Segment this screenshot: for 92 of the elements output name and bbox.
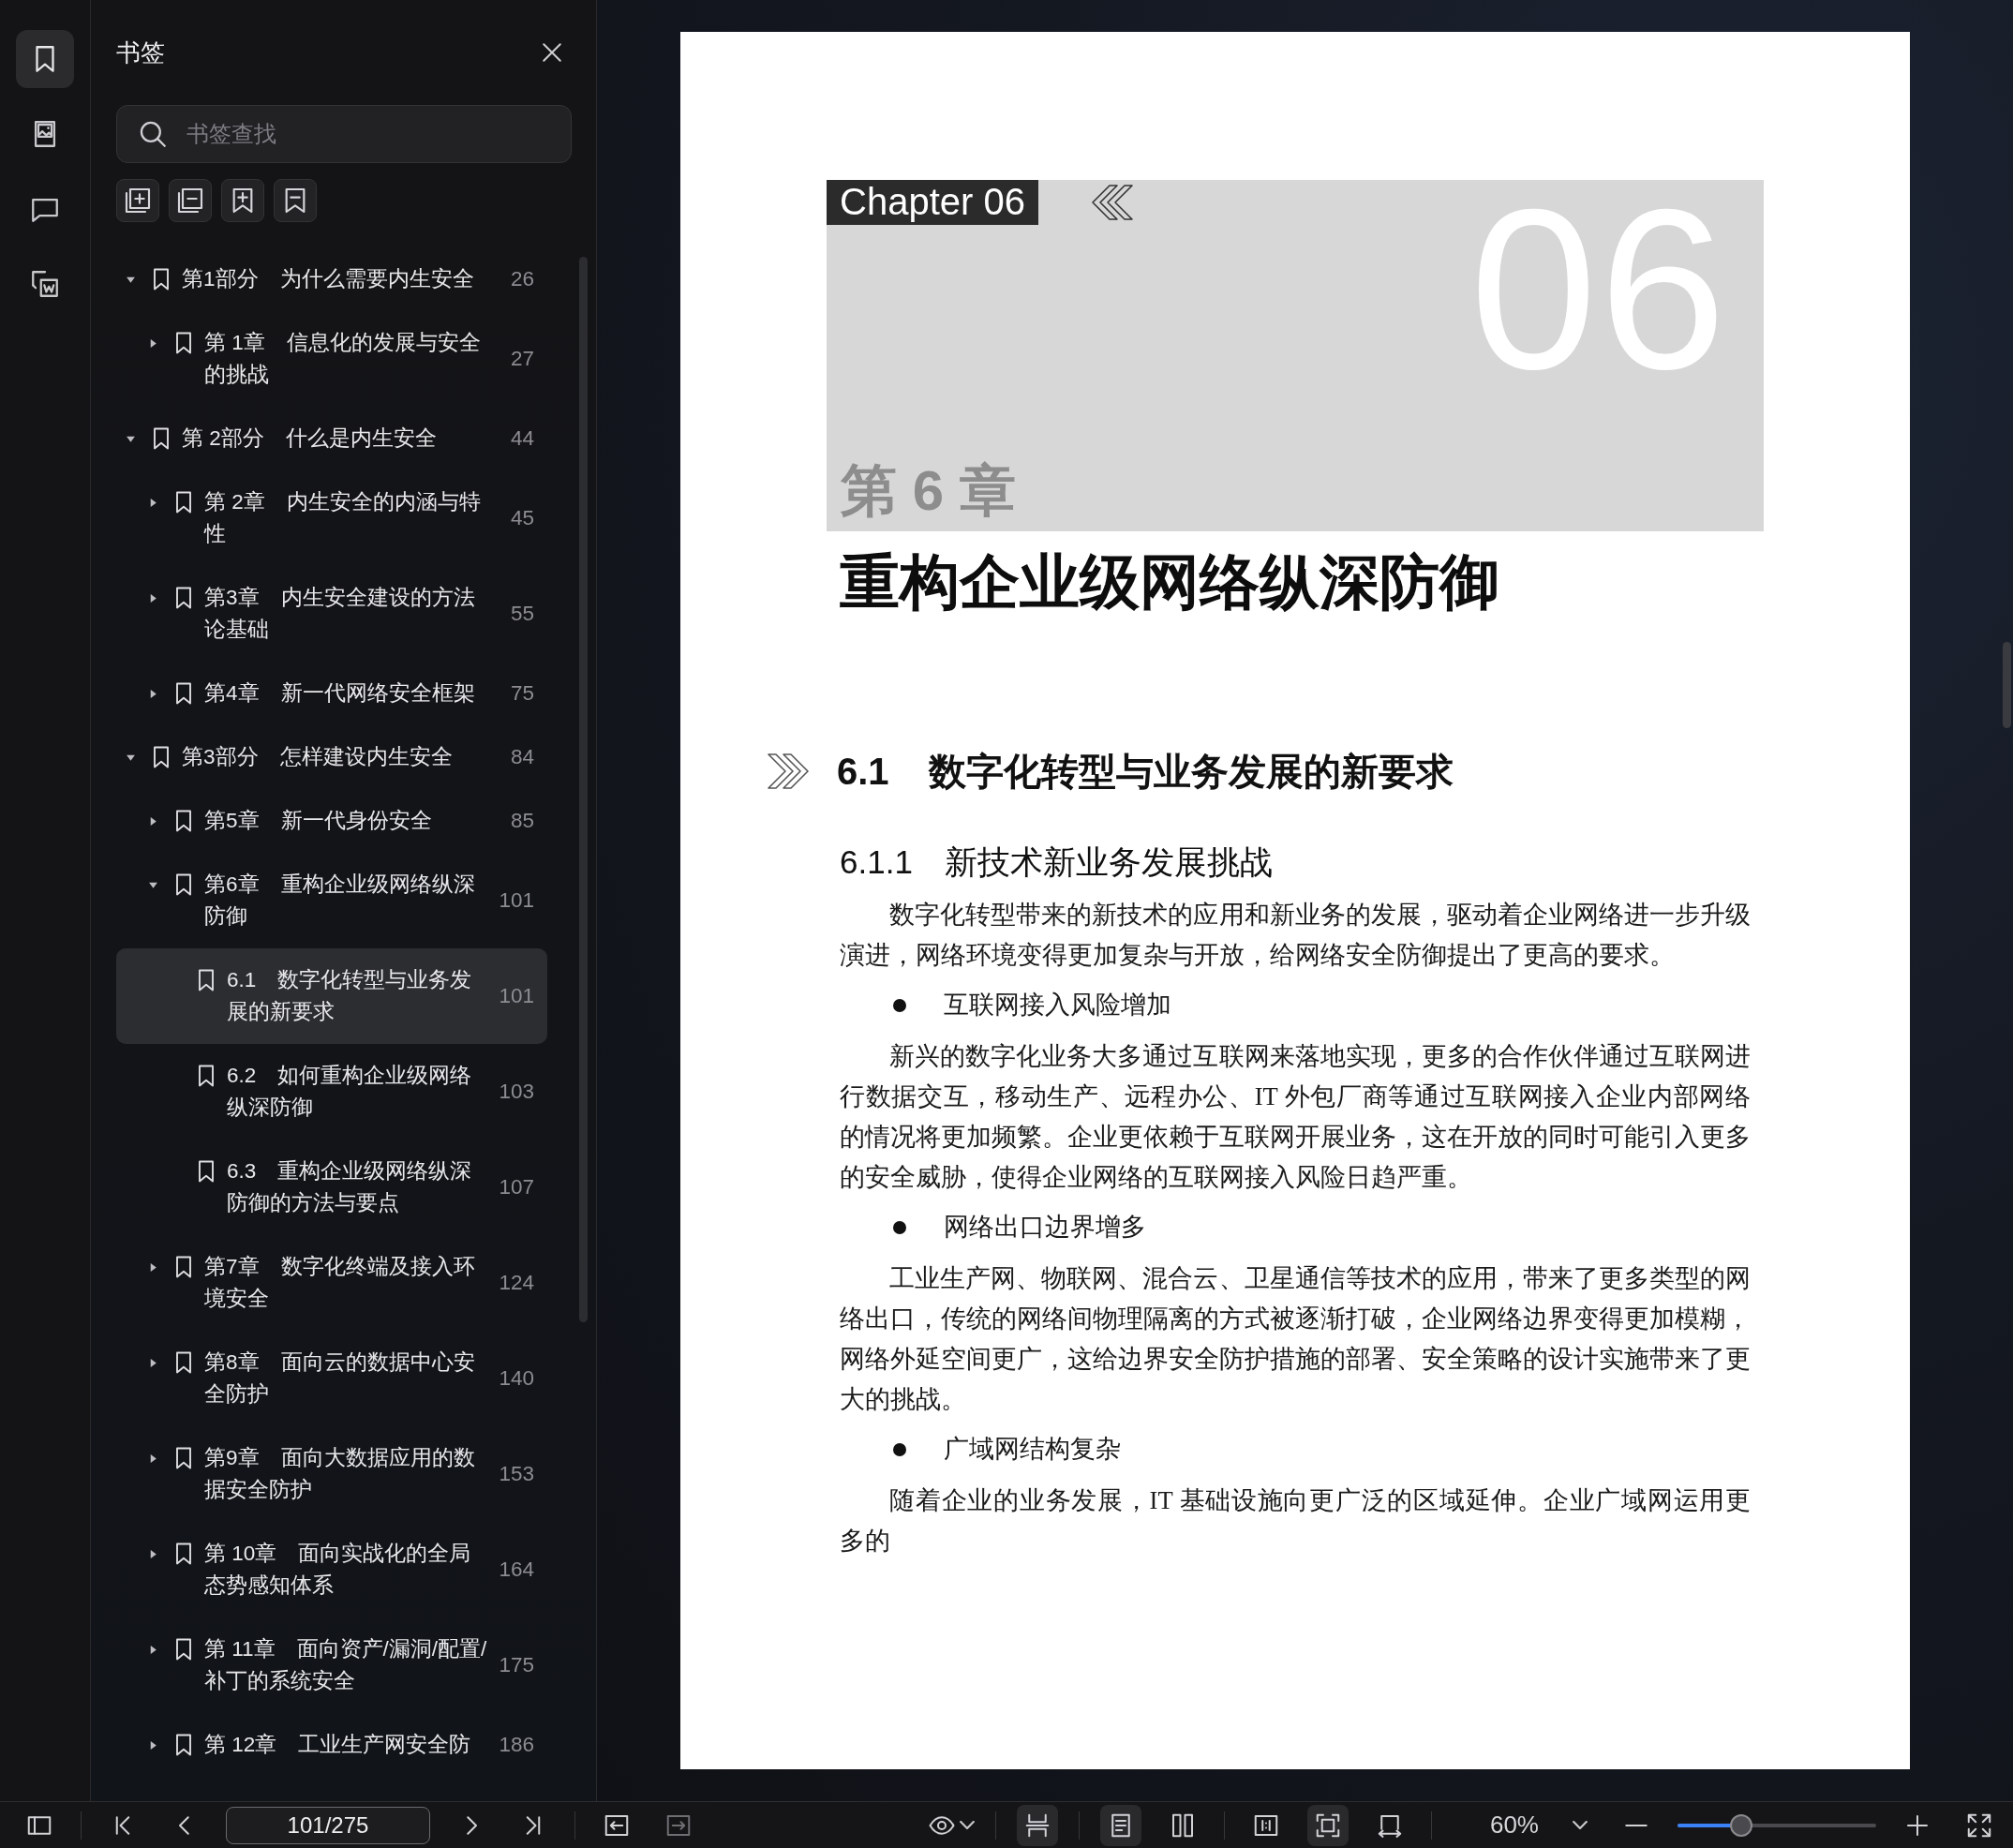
search-field[interactable]: 书签查找 <box>116 105 572 163</box>
scroll-mode-button[interactable] <box>1016 1804 1058 1846</box>
scrollbar-thumb[interactable] <box>2003 642 2011 728</box>
bullet-text: 网络出口边界增多 <box>944 1212 1146 1243</box>
chevrons-icon <box>768 753 811 790</box>
bookmark-item[interactable]: 第5章 新一代身份安全 85 <box>116 789 547 853</box>
subsection-number: 6.1.1 <box>840 842 913 882</box>
page-number: 45 <box>509 506 534 530</box>
subsection-title: 新技术新业务发展挑战 <box>944 842 1273 882</box>
bookmark-title: 第 1章 信息化的发展与安全的挑战 <box>204 330 482 388</box>
bookmark-item[interactable]: 第 10章 面向实战化的全局态势感知体系 164 <box>116 1522 547 1617</box>
section-number: 6.1 <box>837 750 889 793</box>
bullet-dot <box>893 1442 906 1456</box>
bookmark-item[interactable]: 第8章 面向云的数据中心安全防护 140 <box>116 1331 547 1426</box>
expand-all-button[interactable] <box>116 179 159 222</box>
bookmark-item[interactable]: 第6章 重构企业级网络纵深防御 101 <box>116 853 547 948</box>
page-number: 101 <box>498 888 534 913</box>
bookmark-title: 6.2 如何重构企业级网络纵深防御 <box>227 1063 473 1121</box>
bookmark-title: 第 12章 工业生产网安全防 <box>204 1732 472 1758</box>
bookmark-item[interactable]: 第4章 新一代网络安全框架 75 <box>116 662 547 725</box>
chapter-label: Chapter 06 <box>827 180 1038 225</box>
paragraph: 新兴的数字化业务大多通过互联网来落地实现，更多的合作伙伴通过互联网进行数据交互，移动生产、远程办公、IT 外包厂商等通过互联网接入企业内部网络的情况将更加频繁。企业更依赖于互联网开展业务，这在开放的同时可能引入更多的安全威胁，使得企业网络的互联网接入风险日趋严重。 <box>840 1041 1751 1193</box>
bookmark-item[interactable]: 6.1 数字化转型与业务发展的新要求 101 <box>116 948 547 1044</box>
bookmark-title: 第5章 新一代身份安全 <box>204 808 433 834</box>
bookmark-title: 第7章 数字化终端及接入环境安全 <box>204 1254 476 1312</box>
bookmark-item[interactable]: 第 2章 内生安全的内涵与特性 45 <box>116 470 547 566</box>
single-page-button[interactable] <box>1099 1804 1141 1846</box>
scrollbar-thumb[interactable] <box>579 257 588 1322</box>
bookmark-item[interactable]: 第3部分 怎样建设内生安全 84 <box>116 725 547 789</box>
bookmark-title: 第3部分 怎样建设内生安全 <box>182 744 454 770</box>
caret-icon <box>959 1821 975 1829</box>
page-number: 103 <box>498 1080 534 1104</box>
bookmark-item[interactable]: 第 12章 工业生产网安全防 186 <box>116 1713 547 1777</box>
bullet-dot <box>893 998 906 1012</box>
page-number: 84 <box>509 745 534 769</box>
bookmark-title: 第9章 面向大数据应用的数据安全防护 <box>204 1445 476 1503</box>
fit-page-button[interactable] <box>1306 1804 1349 1846</box>
page-number: 107 <box>498 1175 534 1200</box>
page-number: 124 <box>498 1271 534 1295</box>
page-number: 101 <box>498 984 534 1008</box>
zoom-slider[interactable] <box>1678 1813 1876 1837</box>
page-number: 175 <box>498 1653 534 1677</box>
page-number: 44 <box>509 426 534 451</box>
page-number: 85 <box>509 809 534 833</box>
remove-bookmark-button[interactable] <box>274 179 317 222</box>
bookmark-item[interactable]: 第 1章 信息化的发展与安全的挑战 27 <box>116 311 547 407</box>
bookmark-item[interactable]: 第 2部分 什么是内生安全 44 <box>116 407 547 470</box>
bookmark-title: 第4章 新一代网络安全框架 <box>204 680 476 707</box>
chapter-title: 重构企业级网络纵深防御 <box>840 546 1500 618</box>
collapse-all-button[interactable] <box>169 179 212 222</box>
page-number: 55 <box>509 602 534 626</box>
caret-icon <box>1573 1821 1588 1829</box>
page-number: 140 <box>498 1366 534 1391</box>
bookmark-title: 6.1 数字化转型与业务发展的新要求 <box>227 967 473 1025</box>
bookmark-title: 第 10章 面向实战化的全局态势感知体系 <box>204 1541 472 1599</box>
paragraph: 随着企业的业务发展，IT 基础设施向更广泛的区域延伸。企业广域网运用更多的 <box>840 1485 1751 1557</box>
bookmark-title: 第 2部分 什么是内生安全 <box>182 425 438 452</box>
bookmark-item[interactable]: 第9章 面向大数据应用的数据安全防护 153 <box>116 1426 547 1522</box>
bullet-text: 互联网接入风险增加 <box>944 990 1171 1021</box>
bookmark-item[interactable]: 6.3 重构企业级网络纵深防御的方法与要点 107 <box>116 1140 547 1235</box>
page-number: 164 <box>498 1557 534 1582</box>
page-number: 153 <box>498 1462 534 1486</box>
page-number: 75 <box>509 681 534 706</box>
section-title: 数字化转型与业务发展的新要求 <box>928 749 1454 794</box>
chapter-heading: 第 6 章 <box>841 458 1017 524</box>
page-field[interactable]: 101/275 <box>226 1806 430 1844</box>
bookmark-title: 第1部分 为什么需要内生安全 <box>182 266 475 292</box>
bookmark-item[interactable]: 第3章 内生安全建设的方法论基础 55 <box>116 566 547 662</box>
bookmark-tab[interactable] <box>16 30 74 88</box>
panel-title: 书签 <box>116 37 165 68</box>
collapse-all-icon <box>175 186 205 216</box>
bookmark-title: 第8章 面向云的数据中心安全防护 <box>204 1349 476 1408</box>
bookmark-title: 第3章 内生安全建设的方法论基础 <box>204 585 476 643</box>
paragraph: 工业生产网、物联网、混合云、卫星通信等技术的应用，带来了更多类型的网络出口，传统的网络间物理隔离的方式被逐渐打破，企业网络边界变得更加模糊，网络外延空间更广，这给边界安全防护措施的部署、安全策略的设计实施带来了更大的挑战。 <box>840 1263 1751 1415</box>
bookmark-item[interactable]: 第1部分 为什么需要内生安全 26 <box>116 247 547 311</box>
zoom-dropdown[interactable]: 60% <box>1489 1811 1588 1840</box>
bookmark-title: 第 2章 内生安全的内涵与特性 <box>204 489 482 547</box>
bookmark-title: 第6章 重构企业级网络纵深防御 <box>204 872 476 930</box>
page-number: 27 <box>509 347 534 371</box>
expand-all-icon <box>123 186 153 216</box>
bookmark-title: 6.3 重构企业级网络纵深防御的方法与要点 <box>227 1158 473 1216</box>
page-number: 26 <box>509 267 534 291</box>
bullet-dot <box>893 1220 906 1234</box>
bookmark-item[interactable]: 6.2 如何重构企业级网络纵深防御 103 <box>116 1044 547 1140</box>
bookmark-item[interactable]: 第7章 数字化终端及接入环境安全 124 <box>116 1235 547 1331</box>
add-bookmark-button[interactable] <box>221 179 264 222</box>
page-number: 186 <box>498 1733 534 1757</box>
document-w-icon <box>29 268 61 300</box>
minus-icon <box>1624 1823 1648 1827</box>
paragraph: 数字化转型带来的新技术的应用和新业务的发展，驱动着企业网络进一步升级演进，网络环境变得更加复杂与开放，给网络安全防御提出了更高的要求。 <box>840 900 1751 971</box>
bullet-text: 广域网结构复杂 <box>944 1434 1121 1465</box>
bookmark-title: 第 11章 面向资产/漏洞/配置/补丁的系统安全 <box>204 1636 488 1694</box>
